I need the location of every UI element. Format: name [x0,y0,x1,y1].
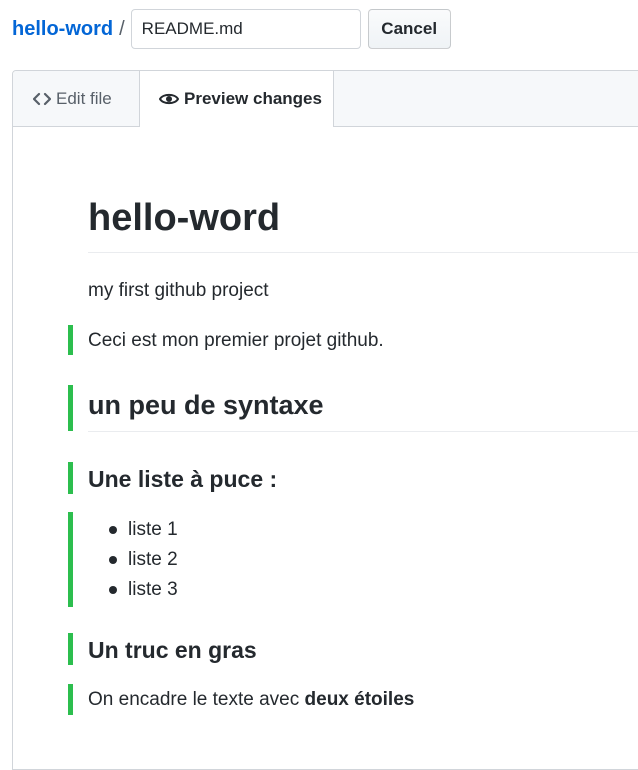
tab-preview-label: Preview changes [184,89,322,108]
preview-heading-1: hello-word [88,194,638,253]
added-line-marker [68,633,73,665]
bullet-icon [109,526,117,534]
list-item: liste 3 [88,575,178,605]
tab-edit-label: Edit file [56,88,112,108]
preview-heading-list: Une liste à puce : [88,466,278,492]
code-icon [33,92,51,106]
preview-added-paragraph: Ceci est mon premier projet github. [88,330,384,351]
bullet-icon [109,556,117,564]
preview-heading-bold: Un truc en gras [88,637,257,663]
tab-edit-file[interactable]: Edit file [13,71,139,126]
cancel-button[interactable]: Cancel [367,9,451,49]
added-line-marker [68,385,73,431]
list-item: liste 1 [88,515,178,545]
bullet-icon [109,586,117,594]
bold-paragraph-prefix: On encadre le texte avec [88,689,305,710]
editor-tabbar: Edit file Preview changes [13,71,638,127]
tab-preview-changes[interactable]: Preview changes [139,71,334,127]
filename-input[interactable] [130,9,361,49]
preview-bold-paragraph: On encadre le texte avec deux étoiles [88,686,414,714]
preview-intro-paragraph: my first github project [88,280,269,301]
path-separator: / [119,17,125,40]
repo-name-link[interactable]: hello-word [12,18,113,41]
file-path-bar: hello-word / Cancel [12,8,451,50]
added-line-marker [68,684,73,715]
added-line-marker [68,462,73,494]
added-line-marker [68,512,73,607]
list-item: liste 2 [88,545,178,575]
bold-text: deux étoiles [304,689,415,710]
preview-bullet-list: liste 1 liste 2 liste 3 [88,515,178,605]
eye-icon [159,92,179,106]
added-line-marker [68,325,73,355]
preview-heading-2: un peu de syntaxe [88,387,638,432]
